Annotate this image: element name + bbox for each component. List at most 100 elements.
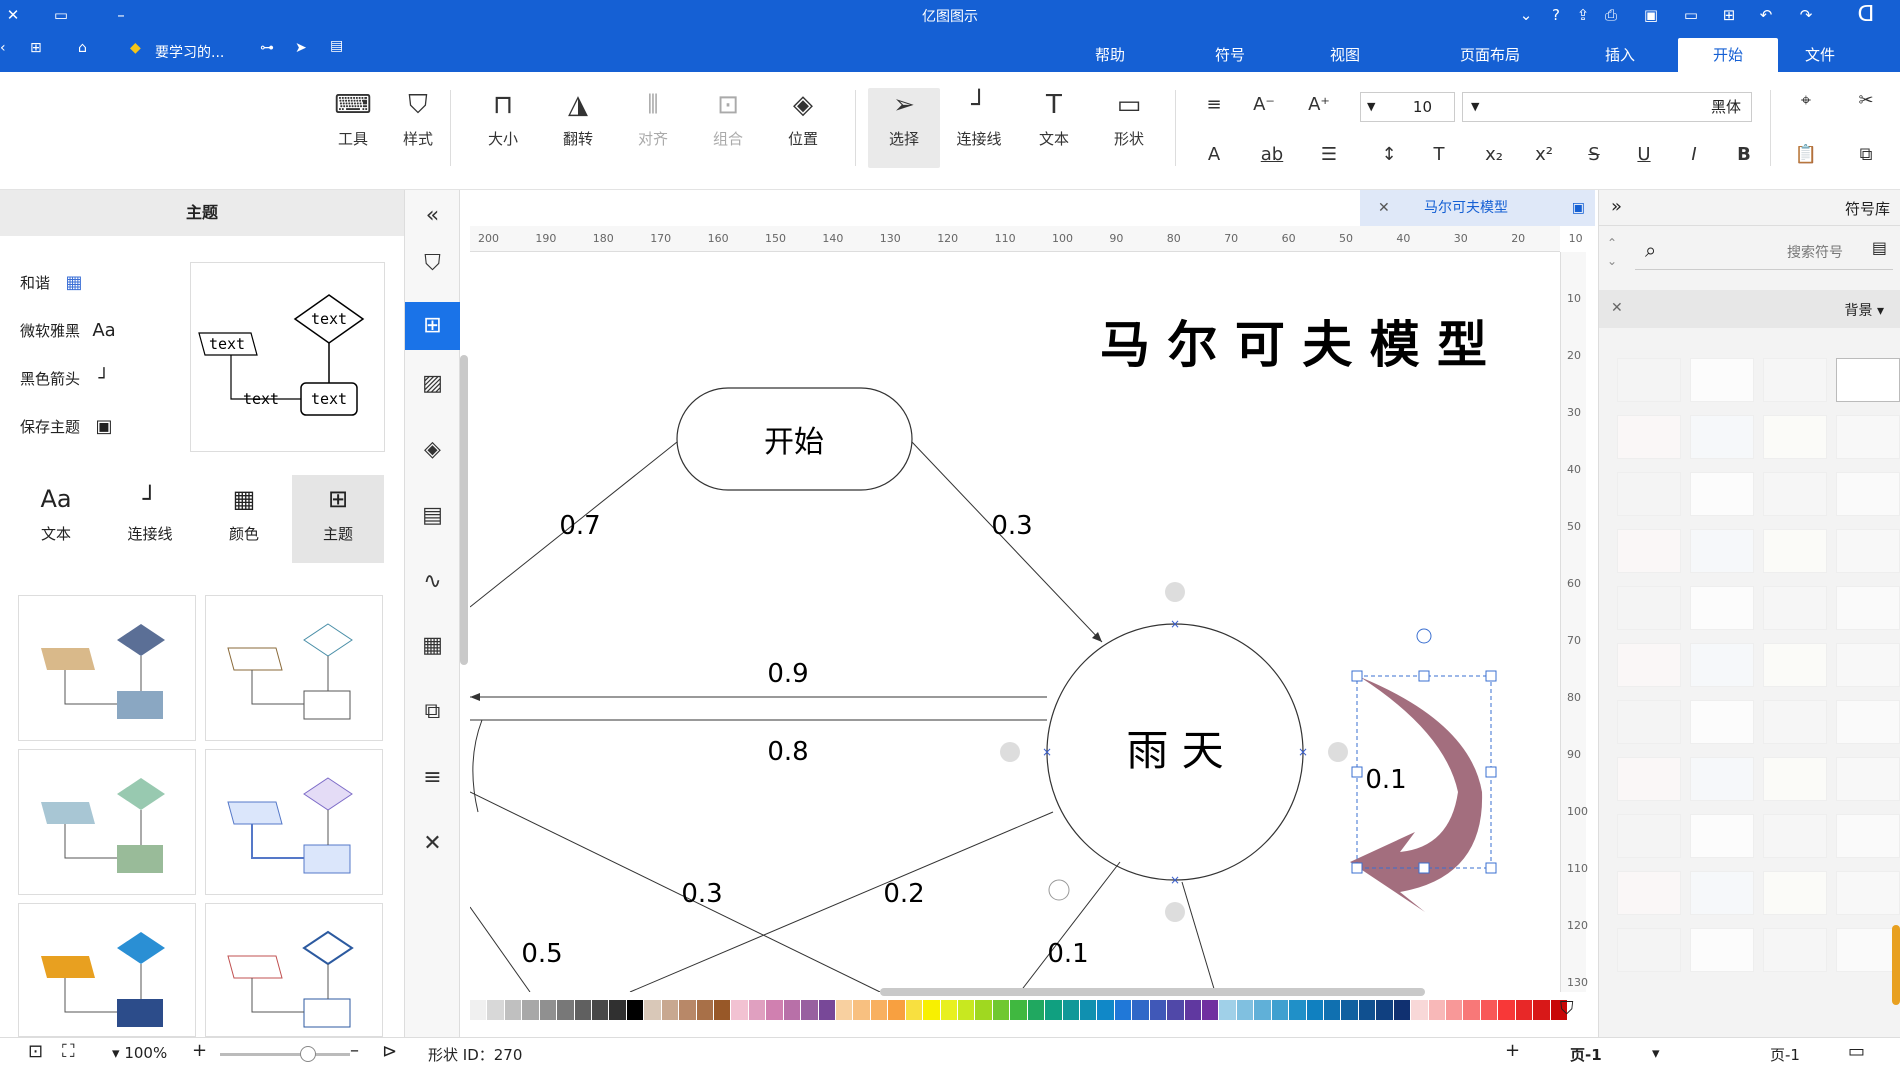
- shuffle-icon[interactable]: ✕: [405, 820, 460, 868]
- color-swatch[interactable]: [1114, 1000, 1132, 1020]
- theme-thumbnail[interactable]: [205, 903, 383, 1037]
- font-grow-icon[interactable]: A⁺: [1305, 94, 1333, 115]
- left-panel-scrollbar[interactable]: [460, 355, 468, 665]
- scroll-up-icon[interactable]: ⌃: [1607, 236, 1617, 250]
- color-swatch[interactable]: [1254, 1000, 1271, 1020]
- background-thumbnail[interactable]: [1836, 643, 1900, 687]
- chart-icon[interactable]: ∿: [405, 558, 460, 606]
- background-thumbnail[interactable]: [1690, 928, 1754, 972]
- color-swatch[interactable]: [923, 1000, 940, 1020]
- background-thumbnail[interactable]: [1763, 529, 1827, 573]
- color-swatch[interactable]: [1202, 1000, 1219, 1020]
- page-tab[interactable]: 页-1: [1570, 1044, 1602, 1065]
- expand-left-icon[interactable]: [1000, 742, 1020, 762]
- collapse-icon[interactable]: «: [405, 192, 460, 240]
- color-swatch[interactable]: [522, 1000, 539, 1020]
- symbol-search-input[interactable]: ⌕ 搜索符号 ▤: [1635, 232, 1893, 270]
- background-thumbnail[interactable]: [1763, 472, 1827, 516]
- font-size-select[interactable]: 10 ▼: [1360, 92, 1455, 122]
- bold-icon[interactable]: B: [1730, 144, 1758, 165]
- color-swatch[interactable]: [592, 1000, 609, 1020]
- underline-icon[interactable]: U: [1630, 144, 1658, 165]
- background-thumbnail[interactable]: [1836, 814, 1900, 858]
- background-thumbnail[interactable]: [1763, 415, 1827, 459]
- redo-icon[interactable]: ↷: [1795, 4, 1817, 26]
- theme-icon[interactable]: ⊞: [405, 302, 460, 350]
- format-painter-icon[interactable]: ⌖: [1792, 90, 1820, 111]
- group-tool[interactable]: ⊡ 组合: [697, 88, 759, 168]
- color-swatch[interactable]: [1219, 1000, 1236, 1020]
- background-thumbnail[interactable]: [1617, 928, 1681, 972]
- connection-point[interactable]: ×: [1298, 745, 1308, 759]
- close-icon[interactable]: ✕: [1378, 190, 1390, 226]
- preset-arrow[interactable]: 黑色箭头 ┘: [20, 368, 118, 389]
- connector-tool[interactable]: ┘ 连接线: [948, 88, 1010, 168]
- background-thumbnail[interactable]: [1690, 586, 1754, 630]
- tab-page-layout[interactable]: 页面布局: [1430, 38, 1550, 72]
- document-tab[interactable]: ✕ 马尔可夫模型 ▣: [1360, 190, 1595, 226]
- highlight-icon[interactable]: A: [1200, 144, 1228, 165]
- background-thumbnail[interactable]: [1836, 586, 1900, 630]
- close-icon[interactable]: ✕: [2, 4, 24, 26]
- zoom-in-icon[interactable]: +: [192, 1040, 207, 1061]
- paste-icon[interactable]: 📋: [1792, 144, 1820, 165]
- color-swatch[interactable]: [1097, 1000, 1114, 1020]
- expand-diagonal-icon[interactable]: [1048, 879, 1070, 901]
- color-swatch[interactable]: [1515, 1000, 1533, 1020]
- background-thumbnail[interactable]: [1763, 871, 1827, 915]
- undo-icon[interactable]: ↶: [1755, 4, 1777, 26]
- background-thumbnail[interactable]: [1690, 529, 1754, 573]
- background-thumbnail[interactable]: [1690, 415, 1754, 459]
- theme-thumbnail[interactable]: [18, 903, 196, 1037]
- color-swatch[interactable]: [1080, 1000, 1097, 1020]
- category-connector[interactable]: ┘ 连接线: [104, 475, 196, 563]
- background-thumbnail[interactable]: [1617, 358, 1681, 402]
- subscript-icon[interactable]: x₂: [1480, 144, 1508, 165]
- color-swatch[interactable]: [1271, 1000, 1289, 1020]
- color-swatch[interactable]: [1324, 1000, 1341, 1020]
- zoom-slider-thumb[interactable]: [300, 1046, 316, 1062]
- color-swatch[interactable]: [888, 1000, 905, 1020]
- color-swatch[interactable]: [574, 1000, 591, 1020]
- play-icon[interactable]: ⊳: [382, 1041, 397, 1062]
- color-swatch[interactable]: [661, 1000, 679, 1020]
- color-swatch[interactable]: [679, 1000, 696, 1020]
- left-arrow-icon[interactable]: ‹: [0, 40, 6, 56]
- background-thumbnail[interactable]: [1690, 700, 1754, 744]
- color-swatch[interactable]: [1498, 1000, 1515, 1020]
- grid-icon[interactable]: ⊞: [30, 40, 42, 56]
- background-thumbnail[interactable]: [1836, 529, 1900, 573]
- color-swatch[interactable]: [1376, 1000, 1393, 1020]
- align-text-icon[interactable]: ≡: [1200, 94, 1228, 115]
- background-thumbnail[interactable]: [1617, 700, 1681, 744]
- flip-tool[interactable]: ◮ 翻转: [547, 88, 609, 168]
- color-swatch[interactable]: [1149, 1000, 1167, 1020]
- print-icon[interactable]: ⎙: [1600, 4, 1622, 26]
- connection-point[interactable]: ×: [1042, 745, 1052, 759]
- image-icon[interactable]: ▨: [405, 360, 460, 408]
- rotate-handle[interactable]: [1416, 628, 1432, 644]
- font-color-icon[interactable]: ab: [1258, 144, 1286, 165]
- preset-harmony[interactable]: 和谐 ▦: [20, 272, 88, 293]
- background-thumbnail[interactable]: [1617, 529, 1681, 573]
- category-theme[interactable]: ⊞ 主题: [292, 475, 384, 563]
- color-swatch[interactable]: [748, 1000, 766, 1020]
- color-swatch[interactable]: [1411, 1000, 1428, 1020]
- fill-bucket-icon[interactable]: ⛉: [1560, 998, 1574, 1019]
- file-name[interactable]: 要学习的...: [155, 42, 224, 62]
- connection-point[interactable]: ×: [1170, 617, 1180, 631]
- color-swatch[interactable]: [1167, 1000, 1184, 1020]
- background-thumbnail[interactable]: [1836, 871, 1900, 915]
- share-icon[interactable]: ⇪: [1572, 4, 1594, 26]
- zoom-value[interactable]: ▾ 100%: [112, 1044, 167, 1062]
- page-selector[interactable]: 页-1: [1770, 1044, 1800, 1065]
- background-thumbnail[interactable]: [1836, 415, 1900, 459]
- color-swatch[interactable]: [539, 1000, 557, 1020]
- color-palette[interactable]: [470, 1000, 1588, 1020]
- text-case-icon[interactable]: T: [1425, 144, 1453, 165]
- color-swatch[interactable]: [1341, 1000, 1358, 1020]
- bullets-icon[interactable]: ☰: [1315, 144, 1343, 165]
- preset-save[interactable]: 保存主题 ▣: [20, 416, 118, 437]
- style-tool[interactable]: ⛉ 样式: [387, 88, 449, 168]
- background-thumbnail[interactable]: [1836, 757, 1900, 801]
